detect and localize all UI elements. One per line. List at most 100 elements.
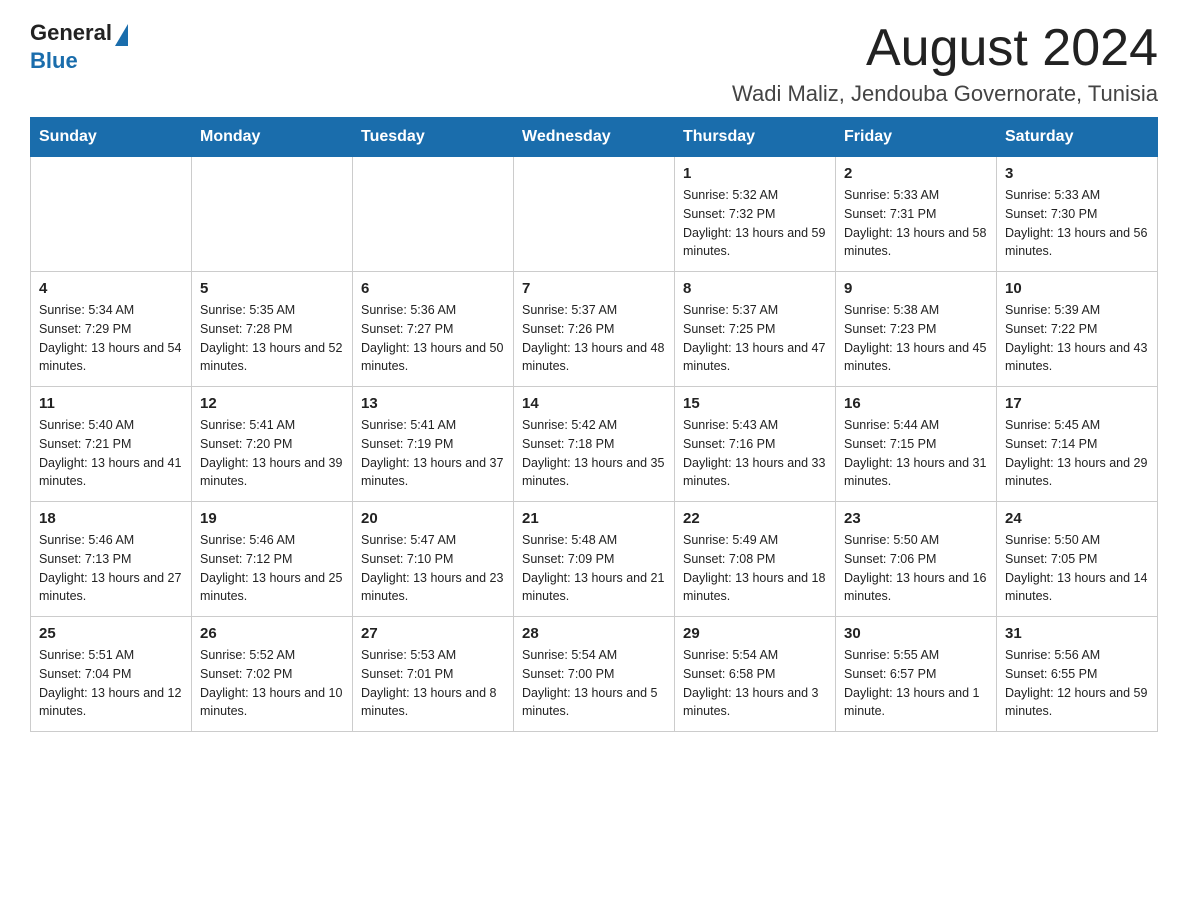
calendar-cell: 18 Sunrise: 5:46 AMSunset: 7:13 PMDayligh…	[31, 502, 192, 617]
calendar-cell: 19 Sunrise: 5:46 AMSunset: 7:12 PMDayligh…	[192, 502, 353, 617]
day-info: Sunrise: 5:37 AMSunset: 7:26 PMDaylight:…	[522, 301, 666, 376]
day-number: 10	[1005, 280, 1149, 297]
day-info: Sunrise: 5:33 AMSunset: 7:30 PMDaylight:…	[1005, 186, 1149, 261]
calendar-cell: 23 Sunrise: 5:50 AMSunset: 7:06 PMDayligh…	[836, 502, 997, 617]
calendar-cell: 11Sunrise: 5:40 AMSunset: 7:21 PMDayligh…	[31, 387, 192, 502]
day-number: 28	[522, 625, 666, 642]
day-number: 21	[522, 510, 666, 527]
calendar-cell: 9Sunrise: 5:38 AMSunset: 7:23 PMDaylight…	[836, 272, 997, 387]
calendar-table: SundayMondayTuesdayWednesdayThursdayFrid…	[30, 117, 1158, 732]
calendar-cell: 28 Sunrise: 5:54 AMSunset: 7:00 PMDayligh…	[514, 617, 675, 732]
calendar-cell: 3 Sunrise: 5:33 AMSunset: 7:30 PMDaylight…	[997, 157, 1158, 272]
day-info: Sunrise: 5:50 AMSunset: 7:05 PMDaylight:…	[1005, 531, 1149, 606]
day-number: 8	[683, 280, 827, 297]
day-info: Sunrise: 5:36 AMSunset: 7:27 PMDaylight:…	[361, 301, 505, 376]
day-number: 16	[844, 395, 988, 412]
day-number: 19	[200, 510, 344, 527]
logo: General Blue	[30, 20, 128, 74]
day-number: 17	[1005, 395, 1149, 412]
weekday-header-thursday: Thursday	[675, 118, 836, 157]
calendar-cell: 10 Sunrise: 5:39 AMSunset: 7:22 PMDayligh…	[997, 272, 1158, 387]
calendar-cell: 24 Sunrise: 5:50 AMSunset: 7:05 PMDayligh…	[997, 502, 1158, 617]
weekday-header-saturday: Saturday	[997, 118, 1158, 157]
day-number: 31	[1005, 625, 1149, 642]
calendar-cell: 4Sunrise: 5:34 AMSunset: 7:29 PMDaylight…	[31, 272, 192, 387]
day-info: Sunrise: 5:47 AMSunset: 7:10 PMDaylight:…	[361, 531, 505, 606]
calendar-cell: 8 Sunrise: 5:37 AMSunset: 7:25 PMDaylight…	[675, 272, 836, 387]
day-info: Sunrise: 5:54 AMSunset: 7:00 PMDaylight:…	[522, 646, 666, 721]
day-info: Sunrise: 5:46 AMSunset: 7:13 PMDaylight:…	[39, 531, 183, 606]
day-info: Sunrise: 5:39 AMSunset: 7:22 PMDaylight:…	[1005, 301, 1149, 376]
day-info: Sunrise: 5:51 AMSunset: 7:04 PMDaylight:…	[39, 646, 183, 721]
calendar-cell: 21 Sunrise: 5:48 AMSunset: 7:09 PMDayligh…	[514, 502, 675, 617]
calendar-week-row: 1 Sunrise: 5:32 AMSunset: 7:32 PMDaylight…	[31, 157, 1158, 272]
day-info: Sunrise: 5:43 AMSunset: 7:16 PMDaylight:…	[683, 416, 827, 491]
day-info: Sunrise: 5:55 AMSunset: 6:57 PMDaylight:…	[844, 646, 988, 721]
calendar-cell	[31, 157, 192, 272]
page-header: General Blue August 2024 Wadi Maliz, Jen…	[30, 20, 1158, 107]
day-number: 30	[844, 625, 988, 642]
day-number: 20	[361, 510, 505, 527]
day-info: Sunrise: 5:38 AMSunset: 7:23 PMDaylight:…	[844, 301, 988, 376]
day-info: Sunrise: 5:56 AMSunset: 6:55 PMDaylight:…	[1005, 646, 1149, 721]
day-info: Sunrise: 5:54 AMSunset: 6:58 PMDaylight:…	[683, 646, 827, 721]
day-info: Sunrise: 5:41 AMSunset: 7:20 PMDaylight:…	[200, 416, 344, 491]
day-info: Sunrise: 5:44 AMSunset: 7:15 PMDaylight:…	[844, 416, 988, 491]
calendar-cell: 31 Sunrise: 5:56 AMSunset: 6:55 PMDayligh…	[997, 617, 1158, 732]
month-title: August 2024	[732, 20, 1158, 77]
day-info: Sunrise: 5:52 AMSunset: 7:02 PMDaylight:…	[200, 646, 344, 721]
calendar-cell: 27 Sunrise: 5:53 AMSunset: 7:01 PMDayligh…	[353, 617, 514, 732]
day-number: 29	[683, 625, 827, 642]
day-number: 15	[683, 395, 827, 412]
day-info: Sunrise: 5:32 AMSunset: 7:32 PMDaylight:…	[683, 186, 827, 261]
calendar-week-row: 25 Sunrise: 5:51 AMSunset: 7:04 PMDayligh…	[31, 617, 1158, 732]
weekday-header-sunday: Sunday	[31, 118, 192, 157]
calendar-cell	[192, 157, 353, 272]
day-info: Sunrise: 5:37 AMSunset: 7:25 PMDaylight:…	[683, 301, 827, 376]
day-info: Sunrise: 5:45 AMSunset: 7:14 PMDaylight:…	[1005, 416, 1149, 491]
calendar-cell: 6 Sunrise: 5:36 AMSunset: 7:27 PMDaylight…	[353, 272, 514, 387]
calendar-cell: 1 Sunrise: 5:32 AMSunset: 7:32 PMDaylight…	[675, 157, 836, 272]
weekday-header-tuesday: Tuesday	[353, 118, 514, 157]
day-info: Sunrise: 5:46 AMSunset: 7:12 PMDaylight:…	[200, 531, 344, 606]
weekday-header-row: SundayMondayTuesdayWednesdayThursdayFrid…	[31, 118, 1158, 157]
calendar-cell: 5Sunrise: 5:35 AMSunset: 7:28 PMDaylight…	[192, 272, 353, 387]
day-number: 1	[683, 165, 827, 182]
day-number: 25	[39, 625, 183, 642]
calendar-cell: 16 Sunrise: 5:44 AMSunset: 7:15 PMDayligh…	[836, 387, 997, 502]
day-number: 27	[361, 625, 505, 642]
day-number: 7	[522, 280, 666, 297]
title-area: August 2024 Wadi Maliz, Jendouba Governo…	[732, 20, 1158, 107]
day-number: 18	[39, 510, 183, 527]
day-info: Sunrise: 5:50 AMSunset: 7:06 PMDaylight:…	[844, 531, 988, 606]
day-number: 11	[39, 395, 183, 412]
day-number: 23	[844, 510, 988, 527]
day-number: 6	[361, 280, 505, 297]
calendar-cell: 29 Sunrise: 5:54 AMSunset: 6:58 PMDayligh…	[675, 617, 836, 732]
day-number: 4	[39, 280, 183, 297]
day-info: Sunrise: 5:42 AMSunset: 7:18 PMDaylight:…	[522, 416, 666, 491]
calendar-cell: 7 Sunrise: 5:37 AMSunset: 7:26 PMDaylight…	[514, 272, 675, 387]
day-info: Sunrise: 5:41 AMSunset: 7:19 PMDaylight:…	[361, 416, 505, 491]
calendar-cell: 13Sunrise: 5:41 AMSunset: 7:19 PMDayligh…	[353, 387, 514, 502]
logo-triangle-icon	[115, 24, 128, 46]
day-info: Sunrise: 5:53 AMSunset: 7:01 PMDaylight:…	[361, 646, 505, 721]
day-number: 24	[1005, 510, 1149, 527]
calendar-cell	[353, 157, 514, 272]
day-info: Sunrise: 5:35 AMSunset: 7:28 PMDaylight:…	[200, 301, 344, 376]
calendar-cell: 2Sunrise: 5:33 AMSunset: 7:31 PMDaylight…	[836, 157, 997, 272]
weekday-header-friday: Friday	[836, 118, 997, 157]
day-number: 12	[200, 395, 344, 412]
logo-blue-text: Blue	[30, 48, 78, 73]
day-number: 3	[1005, 165, 1149, 182]
calendar-week-row: 18 Sunrise: 5:46 AMSunset: 7:13 PMDayligh…	[31, 502, 1158, 617]
calendar-cell: 14 Sunrise: 5:42 AMSunset: 7:18 PMDayligh…	[514, 387, 675, 502]
day-number: 26	[200, 625, 344, 642]
weekday-header-wednesday: Wednesday	[514, 118, 675, 157]
calendar-header: SundayMondayTuesdayWednesdayThursdayFrid…	[31, 118, 1158, 157]
calendar-cell: 12 Sunrise: 5:41 AMSunset: 7:20 PMDayligh…	[192, 387, 353, 502]
calendar-cell: 22Sunrise: 5:49 AMSunset: 7:08 PMDayligh…	[675, 502, 836, 617]
day-number: 14	[522, 395, 666, 412]
calendar-week-row: 4Sunrise: 5:34 AMSunset: 7:29 PMDaylight…	[31, 272, 1158, 387]
day-info: Sunrise: 5:48 AMSunset: 7:09 PMDaylight:…	[522, 531, 666, 606]
